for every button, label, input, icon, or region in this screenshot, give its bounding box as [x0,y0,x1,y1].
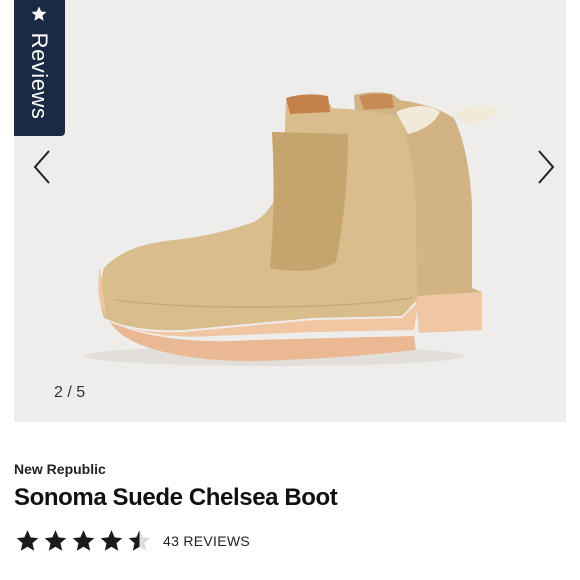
chevron-left-icon[interactable] [31,148,53,186]
rating-row[interactable]: 43 REVIEWS [14,528,250,554]
review-count-link[interactable]: 43 REVIEWS [163,533,250,549]
product-image [84,92,499,366]
star-rating [14,528,153,554]
reviews-tab[interactable]: Reviews [14,0,65,136]
product-title: Sonoma Suede Chelsea Boot [14,484,338,511]
reviews-tab-label: Reviews [27,32,52,120]
star-icon [44,530,67,551]
chevron-right-icon[interactable] [535,148,557,186]
image-counter: 2 / 5 [54,384,86,401]
star-icon [72,530,95,551]
product-gallery[interactable]: Reviews 2 / 5 [14,0,566,422]
star-icon [16,530,39,551]
star-icon [31,6,47,21]
brand-name[interactable]: New Republic [14,461,106,477]
star-icon [100,530,123,551]
half-star-icon [128,530,151,551]
